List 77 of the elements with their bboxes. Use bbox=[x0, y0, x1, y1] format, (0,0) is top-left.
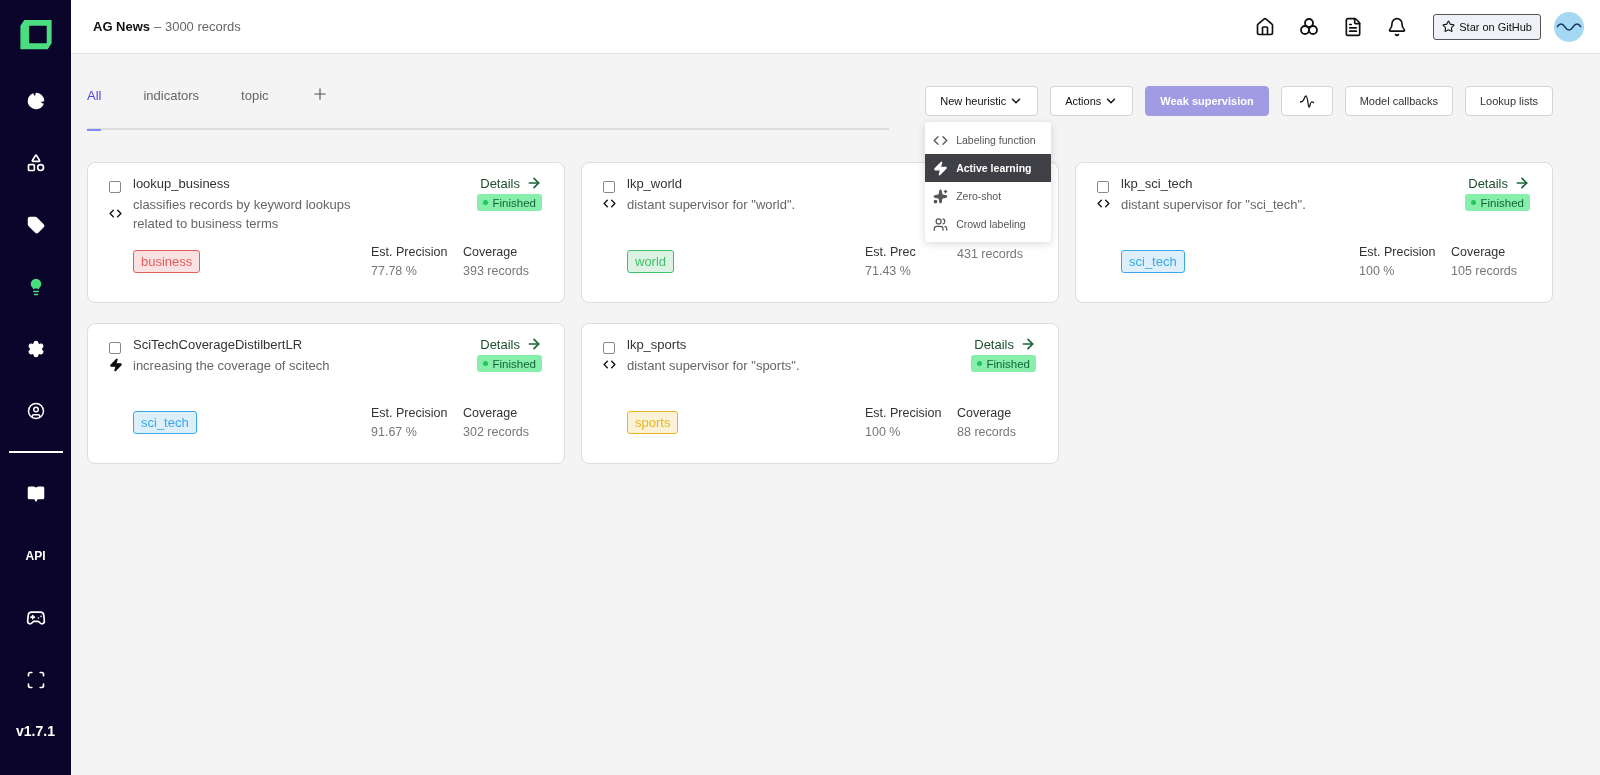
menu-item[interactable]: Crowd labeling bbox=[925, 210, 1052, 238]
status-badge: Finished bbox=[476, 194, 542, 211]
version-label: v1.7.1 bbox=[16, 723, 55, 739]
tab[interactable]: indicators bbox=[143, 85, 200, 129]
checkbox[interactable] bbox=[603, 181, 615, 193]
details-link[interactable]: Details bbox=[480, 175, 542, 191]
logo-icon[interactable] bbox=[17, 18, 54, 52]
arrow-right-icon bbox=[1020, 336, 1036, 352]
heuristic-description: distant supervisor for "sci_tech". bbox=[1121, 196, 1307, 214]
details-link[interactable]: Details bbox=[480, 336, 542, 352]
label-tag: sports bbox=[627, 411, 679, 434]
avatar-icon[interactable] bbox=[1554, 11, 1584, 42]
project-title: AG News bbox=[93, 19, 151, 34]
users-icon bbox=[933, 216, 949, 232]
heuristic-description: distant supervisor for "sports". bbox=[627, 357, 801, 375]
code-icon bbox=[603, 197, 616, 210]
heuristic-name: lkp_sci_tech bbox=[1121, 175, 1194, 193]
details-link[interactable]: Details bbox=[1468, 175, 1530, 191]
lightning-icon bbox=[109, 357, 123, 372]
lightning-icon bbox=[933, 160, 949, 176]
heuristic-description: distant supervisor for "world". bbox=[627, 196, 797, 214]
label-tag: sci_tech bbox=[1121, 250, 1185, 273]
heuristic-description: increasing the coverage of scitech bbox=[133, 357, 331, 375]
checkbox[interactable] bbox=[109, 342, 121, 354]
menu-item[interactable]: Labeling function bbox=[925, 126, 1052, 154]
tab[interactable]: topic bbox=[241, 85, 269, 129]
coverage-value: 105 records bbox=[1451, 263, 1518, 280]
record-count: – 3000 records bbox=[154, 19, 241, 34]
checkbox[interactable] bbox=[1097, 181, 1109, 193]
status-badge: Finished bbox=[1464, 194, 1530, 211]
github-star-button[interactable]: Star on GitHub bbox=[1433, 13, 1541, 40]
checkbox[interactable] bbox=[603, 342, 615, 354]
toolbar-button[interactable]: Model callbacks bbox=[1344, 86, 1453, 116]
label-tag: business bbox=[133, 250, 201, 273]
dropdown-button[interactable]: New heuristic bbox=[925, 86, 1039, 116]
stat-label: Est. Precision bbox=[371, 405, 449, 422]
coverage-value: 88 records bbox=[957, 424, 1018, 441]
stat-label: Est. Precision bbox=[1359, 244, 1437, 261]
sparkles-icon bbox=[933, 188, 949, 204]
heuristic-description: classifies records by keyword lookups related to business terms bbox=[133, 196, 352, 233]
precision-value: 100 % bbox=[1359, 263, 1396, 280]
toolbar-button[interactable]: Lookup lists bbox=[1464, 86, 1553, 116]
stat-label: Est. Precision bbox=[865, 405, 943, 422]
code-icon bbox=[1097, 197, 1110, 210]
precision-value: 100 % bbox=[865, 424, 902, 441]
precision-value: 91.67 % bbox=[371, 424, 418, 441]
label-tag: world bbox=[627, 250, 675, 273]
star-icon bbox=[1442, 20, 1456, 33]
checkbox[interactable] bbox=[109, 181, 121, 193]
heuristic-name: lkp_world bbox=[627, 175, 683, 193]
heuristic-name: SciTechCoverageDistilbertLR bbox=[133, 336, 304, 354]
menu-item[interactable]: Zero-shot bbox=[925, 182, 1052, 210]
label-tag: sci_tech bbox=[133, 411, 197, 434]
status-badge: Finished bbox=[970, 355, 1036, 372]
coverage-value: 302 records bbox=[463, 424, 530, 441]
heuristic-name: lookup_business bbox=[133, 175, 231, 193]
tab[interactable]: All bbox=[87, 85, 102, 129]
precision-value: 77.78 % bbox=[371, 263, 418, 280]
heuristic-name: lkp_sports bbox=[627, 336, 688, 354]
details-link[interactable]: Details bbox=[974, 336, 1036, 352]
coverage-value: 393 records bbox=[463, 263, 530, 280]
api-link[interactable]: API bbox=[15, 537, 56, 576]
stat-label: Coverage bbox=[463, 244, 519, 261]
coverage-value: 431 records bbox=[957, 246, 1024, 263]
stat-label: Est. Precision bbox=[371, 244, 449, 261]
stat-label: Coverage bbox=[1451, 244, 1507, 261]
stat-label: Coverage bbox=[463, 405, 519, 422]
wave-button[interactable] bbox=[1280, 86, 1333, 116]
code-icon bbox=[603, 358, 616, 371]
dropdown-button[interactable]: Actions bbox=[1050, 86, 1134, 116]
wave-icon bbox=[1298, 93, 1315, 109]
arrow-right-icon bbox=[1514, 175, 1530, 191]
stat-label: Est. Prec bbox=[865, 244, 917, 261]
menu-item[interactable]: Active learning bbox=[925, 154, 1052, 182]
precision-value: 71.43 % bbox=[865, 263, 912, 280]
status-badge: Finished bbox=[476, 355, 542, 372]
stat-label: Coverage bbox=[957, 405, 1013, 422]
